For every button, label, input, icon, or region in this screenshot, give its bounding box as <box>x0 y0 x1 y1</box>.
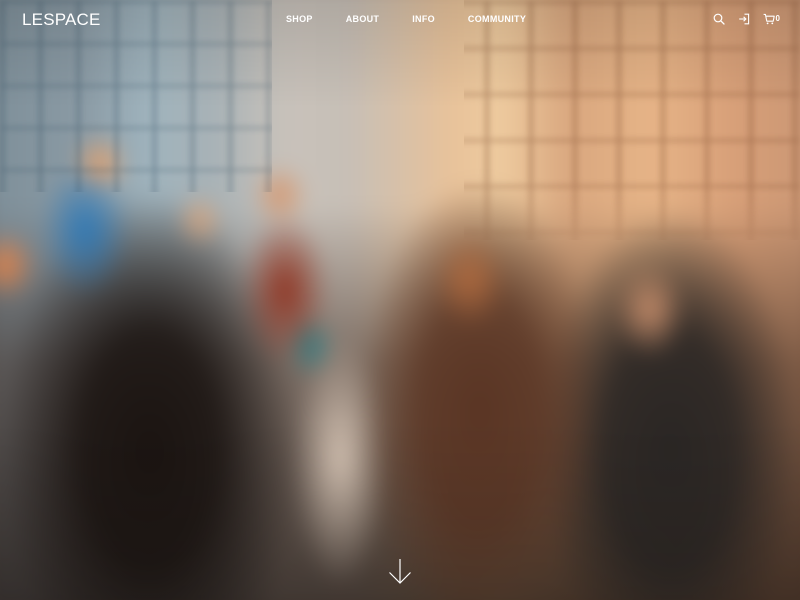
main-nav: SHOP ABOUT INFO COMMUNITY <box>286 14 526 24</box>
hero-overlay <box>0 0 800 600</box>
hero-section: LESPACE SHOP ABOUT INFO COMMUNITY 0 <box>0 0 800 600</box>
arrow-down-icon <box>389 559 411 584</box>
site-header: LESPACE SHOP ABOUT INFO COMMUNITY 0 <box>0 0 800 40</box>
site-logo[interactable]: LESPACE <box>22 10 101 30</box>
cart-icon <box>763 13 775 25</box>
header-tools: 0 <box>713 13 780 25</box>
nav-item-shop[interactable]: SHOP <box>286 14 313 24</box>
nav-item-info[interactable]: INFO <box>412 14 435 24</box>
scroll-down-button[interactable] <box>388 558 412 586</box>
search-icon[interactable] <box>713 13 725 25</box>
cart-button[interactable]: 0 <box>763 13 780 25</box>
login-icon[interactable] <box>738 13 750 25</box>
nav-item-about[interactable]: ABOUT <box>346 14 380 24</box>
nav-item-community[interactable]: COMMUNITY <box>468 14 526 24</box>
cart-count-badge: 0 <box>775 13 780 23</box>
